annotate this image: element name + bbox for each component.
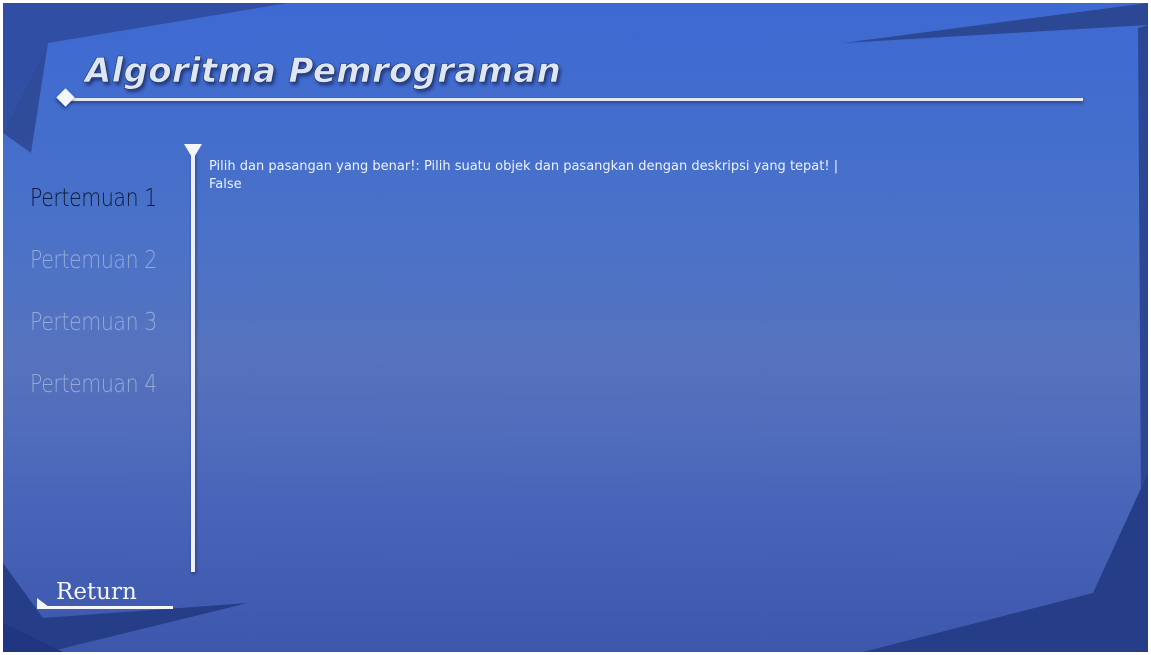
page-title: Algoritma Pemrograman	[85, 51, 562, 92]
sidebar-rail	[191, 153, 195, 572]
triangle-down-icon	[184, 144, 202, 159]
return-underline	[37, 606, 173, 609]
question-text: Pilih dan pasangan yang benar!: Pilih su…	[209, 159, 839, 174]
answer-value: False	[209, 177, 242, 192]
return-label: Return	[56, 579, 137, 605]
sidebar-item-pertemuan-1[interactable]: Pertemuan 1	[30, 183, 157, 212]
question-panel: Pilih dan pasangan yang benar!: Pilih su…	[209, 158, 969, 194]
return-button[interactable]: Return	[37, 577, 173, 611]
title-underline	[67, 98, 1083, 101]
bg-shape-bottom-right	[863, 473, 1148, 652]
bg-shape-right-edge	[1138, 25, 1148, 503]
bg-shape-top-right	[843, 3, 1148, 43]
sidebar-item-pertemuan-4[interactable]: Pertemuan 4	[30, 369, 157, 398]
game-screen: Algoritma Pemrograman Pertemuan 1 Pertem…	[3, 3, 1148, 652]
sidebar-item-pertemuan-3[interactable]: Pertemuan 3	[30, 307, 157, 336]
sidebar-item-pertemuan-2[interactable]: Pertemuan 2	[30, 245, 157, 274]
